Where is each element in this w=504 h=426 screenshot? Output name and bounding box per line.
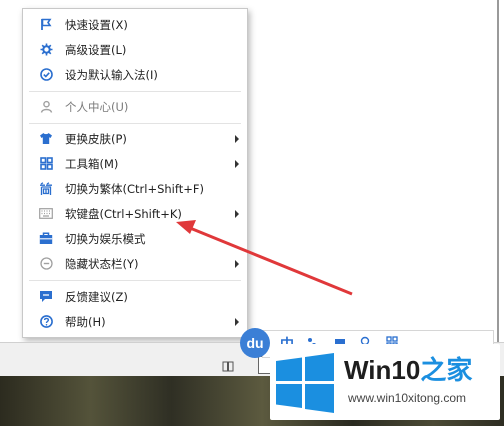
windows-logo-icon bbox=[276, 353, 334, 413]
watermark-title: Win10之家 bbox=[344, 350, 472, 387]
watermark-title-suffix: 之家 bbox=[420, 355, 473, 385]
watermark-url: www.win10xitong.com bbox=[348, 391, 467, 405]
watermark-title-prefix: Win10 bbox=[344, 355, 421, 385]
